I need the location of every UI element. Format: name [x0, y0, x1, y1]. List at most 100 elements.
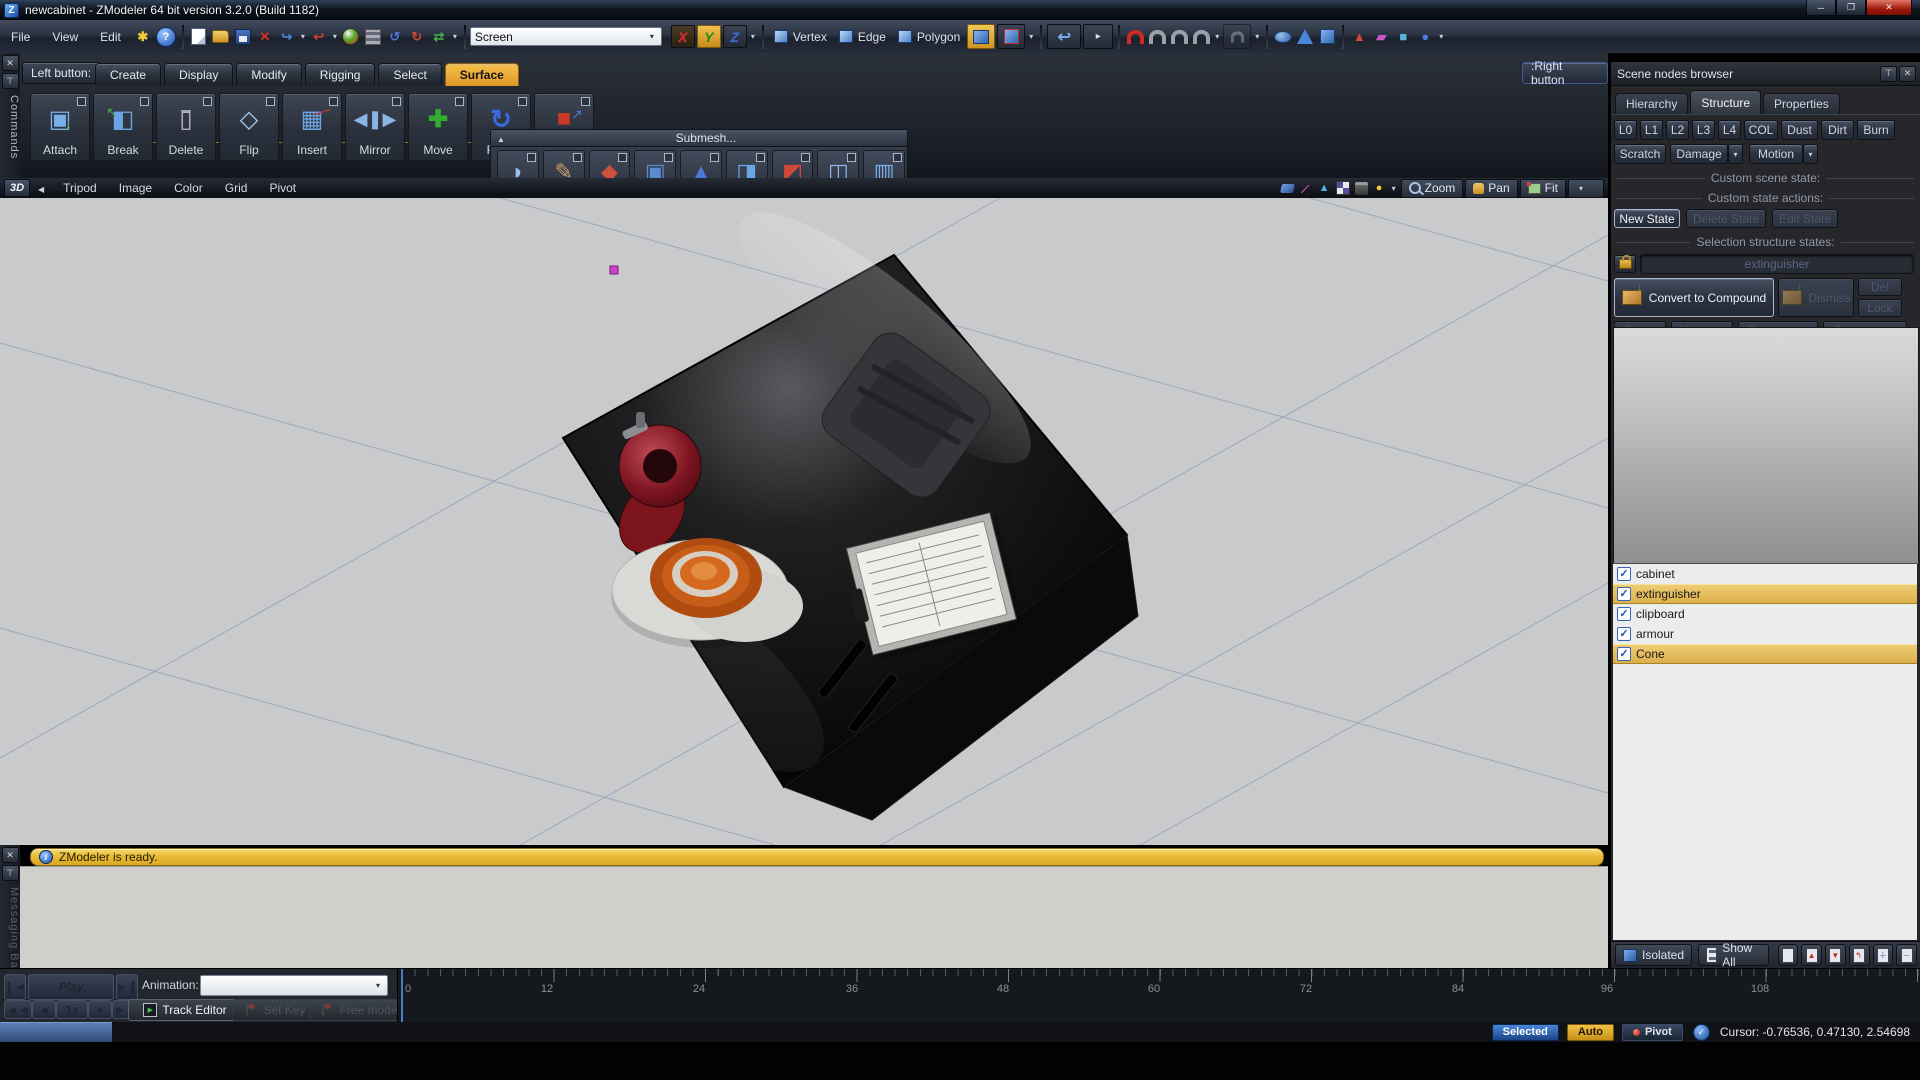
rewind-icon[interactable]: ◄◄: [4, 1000, 32, 1019]
history-dropdown-icon[interactable]: [450, 32, 460, 41]
animation-select[interactable]: [200, 975, 388, 996]
tab-create[interactable]: Create: [95, 63, 161, 86]
scene-browser-pin-icon[interactable]: ⊤: [1880, 66, 1897, 82]
list-collapse-icon[interactable]: －: [1896, 944, 1917, 966]
lod-l2-button[interactable]: L2: [1666, 120, 1689, 140]
axis-y-button[interactable]: Y: [697, 25, 721, 48]
axis-dropdown-icon[interactable]: [748, 32, 758, 41]
menu-file[interactable]: File: [0, 30, 41, 44]
error-report-icon[interactable]: ✱: [134, 28, 152, 46]
maximize-button[interactable]: ❐: [1836, 0, 1866, 16]
delete-button[interactable]: ▯─ Delete: [156, 93, 216, 161]
tool-red-icon[interactable]: ▲: [1350, 28, 1368, 46]
lod-dust-button[interactable]: Dust: [1781, 120, 1818, 140]
snap-edge-icon[interactable]: [1148, 28, 1166, 46]
submesh-header[interactable]: Submesh...: [491, 130, 907, 147]
viewport-options-dropdown-icon[interactable]: [1389, 184, 1399, 193]
snap-vertex-icon[interactable]: [1126, 28, 1144, 46]
delete-state-button[interactable]: Delete State: [1686, 209, 1766, 228]
scene-browser-close-icon[interactable]: ✕: [1899, 66, 1916, 82]
list-expand-icon[interactable]: ＋: [1873, 944, 1894, 966]
minimize-button[interactable]: ─: [1806, 0, 1836, 16]
tab-rigging[interactable]: Rigging: [305, 63, 376, 86]
set-key-button[interactable]: Set Key: [232, 999, 320, 1021]
insert-button[interactable]: ▦╱ Insert: [282, 93, 342, 161]
node-checkbox-icon[interactable]: [1617, 647, 1631, 661]
scratch-button[interactable]: Scratch: [1614, 144, 1666, 164]
redo-view-button[interactable]: ▸: [1083, 24, 1113, 49]
lod-l4-button[interactable]: L4: [1718, 120, 1741, 140]
texture-browser-icon[interactable]: [364, 28, 382, 46]
current-state-field[interactable]: extinguisher: [1640, 254, 1914, 274]
node-checkbox-icon[interactable]: [1617, 627, 1631, 641]
timeline-playhead[interactable]: [401, 969, 403, 1022]
zoom-button[interactable]: Zoom: [1401, 179, 1464, 198]
list-plain-icon[interactable]: [1778, 944, 1799, 966]
tab-display[interactable]: Display: [164, 63, 233, 86]
list-remove-icon[interactable]: ▼: [1825, 944, 1846, 966]
damage-dropdown-icon[interactable]: [1728, 144, 1743, 164]
step-back-icon[interactable]: ◄: [32, 1000, 56, 1019]
node-row-cone[interactable]: Cone: [1613, 644, 1917, 664]
viewport-menu-color[interactable]: Color: [163, 181, 214, 195]
state-lock-button[interactable]: [1614, 255, 1636, 273]
pattern-icon[interactable]: [1336, 181, 1351, 196]
del-button[interactable]: Del: [1858, 278, 1902, 296]
convert-to-compound-button[interactable]: Convert to Compound: [1614, 278, 1774, 317]
web-icon[interactable]: [342, 28, 360, 46]
tab-modify[interactable]: Modify: [236, 63, 301, 86]
isolated-button[interactable]: Isolated: [1615, 944, 1692, 966]
commands-close-icon[interactable]: ✕: [2, 55, 19, 71]
list-add-icon[interactable]: ▲: [1801, 944, 1822, 966]
mirror-button[interactable]: ◀❚▶ Mirror: [345, 93, 405, 161]
snap-grid-icon[interactable]: [1170, 28, 1188, 46]
help-icon[interactable]: ?: [156, 27, 176, 47]
open-file-icon[interactable]: [212, 28, 230, 46]
attach-button[interactable]: ▣↓ Attach: [30, 93, 90, 161]
vertex-mode-button[interactable]: Vertex: [768, 26, 833, 48]
snap-pivot-icon[interactable]: [1192, 28, 1210, 46]
node-row-clipboard[interactable]: clipboard: [1613, 604, 1917, 624]
lock-button[interactable]: Lock: [1858, 299, 1902, 317]
auto-indicator[interactable]: Auto: [1567, 1024, 1614, 1041]
node-row-cabinet[interactable]: cabinet: [1613, 564, 1917, 584]
tab-select[interactable]: Select: [378, 63, 441, 86]
show-all-button[interactable]: Show All: [1698, 944, 1769, 966]
fit-button[interactable]: Fit: [1520, 179, 1566, 198]
polygon-mode-button[interactable]: Polygon: [892, 26, 966, 48]
save-icon[interactable]: [234, 28, 252, 46]
mode-select[interactable]: Screen: [470, 27, 662, 46]
viewport-menu-pivot[interactable]: Pivot: [258, 181, 307, 195]
primitive-sphere-icon[interactable]: [1274, 28, 1292, 46]
viewport-menu-tripod[interactable]: Tripod: [52, 181, 108, 195]
primitive-cube-icon[interactable]: [1318, 28, 1336, 46]
submesh-collapse-icon[interactable]: [491, 131, 505, 145]
lod-burn-button[interactable]: Burn: [1857, 120, 1895, 140]
motion-dropdown-icon[interactable]: [1803, 144, 1818, 164]
import-icon[interactable]: ↩: [310, 28, 328, 46]
tools-dropdown-icon[interactable]: [1436, 32, 1446, 41]
snap-dropdown-icon[interactable]: [1212, 32, 1222, 41]
track-editor-button[interactable]: Track Editor: [128, 999, 242, 1021]
light-icon[interactable]: ●: [1372, 181, 1387, 196]
skip-start-icon[interactable]: ❙◄: [4, 974, 26, 1000]
menu-edit[interactable]: Edit: [89, 30, 132, 44]
import-dropdown-icon[interactable]: [330, 32, 340, 41]
viewport-menu-grid[interactable]: Grid: [214, 181, 259, 195]
undo-view-button[interactable]: ↩: [1047, 24, 1081, 49]
lod-col-button[interactable]: COL: [1744, 120, 1778, 140]
speed-button[interactable]: 1x: [56, 1000, 88, 1019]
messaging-close-icon[interactable]: ✕: [2, 847, 19, 863]
object-mode-button[interactable]: [967, 24, 995, 49]
axis-x-button[interactable]: X: [671, 25, 695, 48]
undo-icon[interactable]: ↺: [386, 28, 404, 46]
eraser-icon[interactable]: [1280, 184, 1295, 193]
damage-button[interactable]: Damage: [1670, 144, 1728, 164]
new-state-button[interactable]: New State: [1614, 209, 1680, 228]
snap-settings-dropdown-icon[interactable]: [1252, 32, 1262, 41]
skip-end-icon[interactable]: ►❙: [116, 974, 138, 1000]
lod-dirt-button[interactable]: Dirt: [1821, 120, 1854, 140]
export-icon[interactable]: ↪: [278, 28, 296, 46]
tool-blue-icon[interactable]: ●: [1416, 28, 1434, 46]
view-mode-button[interactable]: 3D: [4, 179, 30, 197]
